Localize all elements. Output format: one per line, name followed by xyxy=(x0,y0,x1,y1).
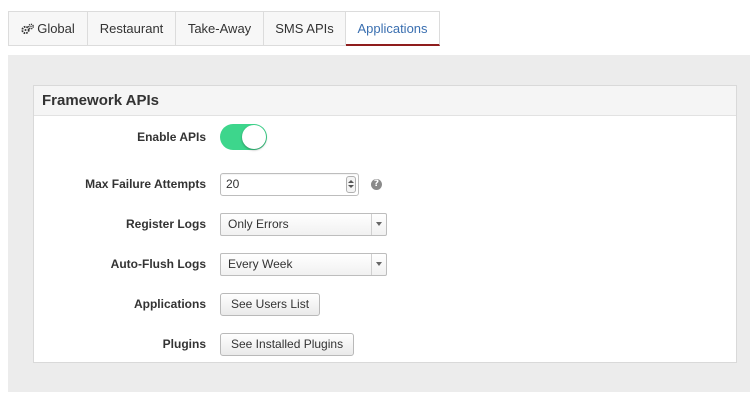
panel-title: Framework APIs xyxy=(42,92,159,109)
tab-sms-apis-label: SMS APIs xyxy=(275,21,334,36)
register-logs-dropdown xyxy=(371,213,386,235)
register-logs-row: Register Logs Only Errors xyxy=(34,210,736,238)
tab-take-away-label: Take-Away xyxy=(187,21,252,36)
gears-icon xyxy=(21,23,35,35)
toggle-knob xyxy=(242,125,266,149)
question-circle-icon[interactable]: ? xyxy=(371,178,382,190)
auto-flush-row: Auto-Flush Logs Every Week xyxy=(34,250,736,278)
see-installed-plugins-button[interactable]: See Installed Plugins xyxy=(220,332,355,356)
framework-apis-panel: Framework APIs Enable APIs Max Failure A… xyxy=(33,85,737,363)
tab-restaurant[interactable]: Restaurant xyxy=(88,11,176,46)
auto-flush-dropdown xyxy=(371,253,386,275)
enable-apis-label: Enable APIs xyxy=(137,130,206,144)
panel-header: Framework APIs xyxy=(34,86,736,116)
tab-global[interactable]: Global xyxy=(8,11,88,46)
applications-row: Applications See Users List xyxy=(34,290,736,318)
caret-down-icon xyxy=(376,222,382,226)
enable-apis-row: Enable APIs xyxy=(34,123,736,151)
max-failure-field xyxy=(220,172,359,196)
max-failure-row: Max Failure Attempts ? xyxy=(34,170,736,198)
tab-applications-label: Applications xyxy=(357,20,428,36)
register-logs-select[interactable]: Only Errors xyxy=(220,212,387,236)
max-failure-label: Max Failure Attempts xyxy=(85,177,206,191)
settings-tabs: Global Restaurant Take-Away SMS APIs App… xyxy=(8,11,440,46)
plugins-label: Plugins xyxy=(162,337,206,351)
plugins-row: Plugins See Installed Plugins xyxy=(34,330,736,358)
tab-content-area: Framework APIs Enable APIs Max Failure A… xyxy=(8,55,750,392)
spinner-down-icon xyxy=(348,185,354,188)
tab-take-away[interactable]: Take-Away xyxy=(176,11,264,46)
number-spinner[interactable] xyxy=(346,175,356,193)
applications-label: Applications xyxy=(133,297,206,311)
see-users-list-button[interactable]: See Users List xyxy=(220,292,321,316)
auto-flush-select[interactable]: Every Week xyxy=(220,252,387,276)
register-logs-value: Only Errors xyxy=(228,217,289,231)
tab-sms-apis[interactable]: SMS APIs xyxy=(264,11,346,46)
enable-apis-toggle[interactable] xyxy=(220,124,267,150)
tab-global-label: Global xyxy=(37,21,75,36)
caret-down-icon xyxy=(376,262,382,266)
tab-restaurant-label: Restaurant xyxy=(99,21,164,36)
spinner-up-icon xyxy=(348,180,354,183)
auto-flush-label: Auto-Flush Logs xyxy=(110,257,206,271)
register-logs-label: Register Logs xyxy=(125,217,206,231)
tab-applications[interactable]: Applications xyxy=(346,11,440,46)
auto-flush-value: Every Week xyxy=(228,257,293,271)
max-failure-input[interactable] xyxy=(221,174,339,194)
